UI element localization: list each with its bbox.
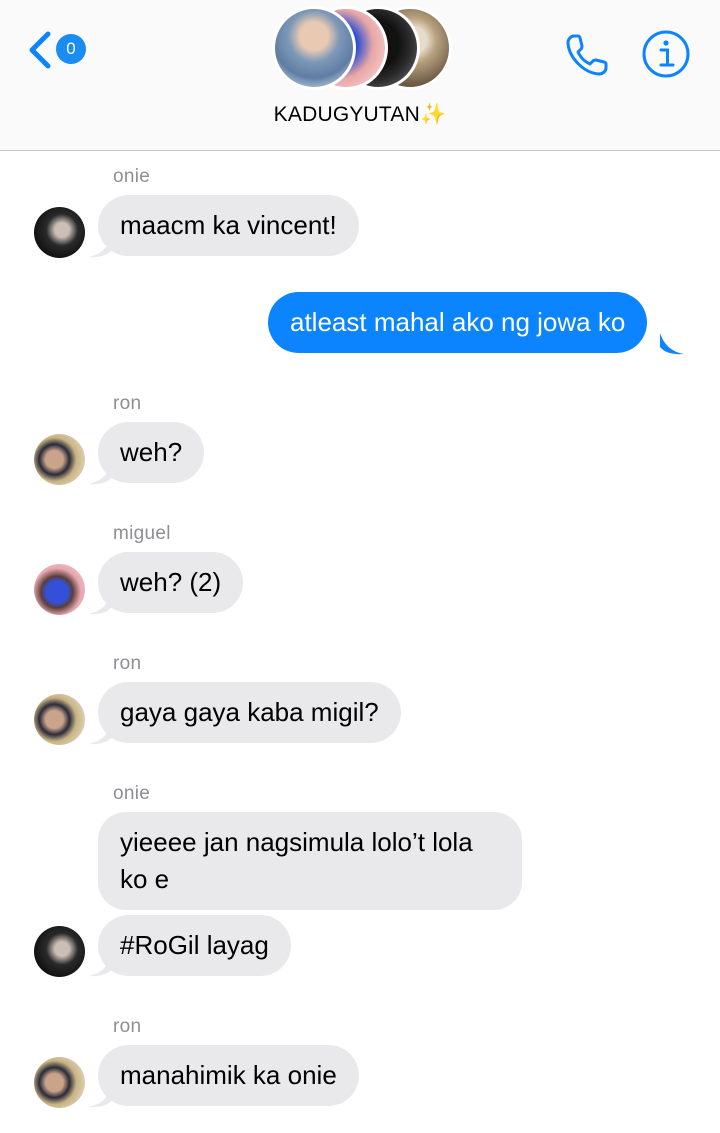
sender-avatar[interactable] bbox=[34, 694, 85, 745]
message-bubble[interactable]: gaya gaya kaba migil? bbox=[98, 682, 401, 743]
sender-avatar[interactable] bbox=[34, 207, 85, 258]
sender-name: onie bbox=[113, 783, 151, 804]
call-button[interactable] bbox=[562, 30, 612, 80]
sender-avatar[interactable] bbox=[34, 926, 85, 977]
group-title[interactable]: KADUGYUTAN✨ bbox=[0, 103, 720, 127]
chat-screen: 0 KADUGYUTAN✨ onie maacm ka vincent! atl… bbox=[0, 0, 720, 1133]
message-bubble[interactable]: #RoGil layag bbox=[98, 915, 291, 976]
sender-avatar[interactable] bbox=[34, 1057, 85, 1108]
message-bubble[interactable]: weh? (2) bbox=[98, 552, 244, 613]
info-icon bbox=[642, 30, 690, 78]
message-bubble[interactable]: yieeee jan nagsimula lolo’t lola ko e bbox=[98, 812, 522, 910]
phone-icon bbox=[566, 34, 608, 76]
message-bubble-outgoing[interactable]: atleast mahal ako ng jowa ko bbox=[268, 292, 648, 353]
sender-name: ron bbox=[113, 393, 142, 414]
message-bubble[interactable]: maacm ka vincent! bbox=[98, 195, 359, 256]
member-avatar bbox=[272, 6, 356, 90]
back-button[interactable]: 0 bbox=[26, 28, 92, 72]
sender-name: miguel bbox=[113, 523, 171, 544]
unread-count-badge: 0 bbox=[56, 34, 86, 64]
message-bubble[interactable]: weh? bbox=[98, 422, 205, 483]
message-bubble[interactable]: manahimik ka onie bbox=[98, 1045, 359, 1106]
sender-avatar[interactable] bbox=[34, 434, 85, 485]
sender-name: ron bbox=[113, 1016, 142, 1037]
bubble-tail bbox=[660, 333, 684, 355]
sender-avatar[interactable] bbox=[34, 564, 85, 615]
chevron-left-icon bbox=[29, 31, 51, 69]
info-button[interactable] bbox=[640, 28, 692, 80]
sender-name: onie bbox=[113, 166, 151, 187]
group-avatar-stack[interactable] bbox=[270, 6, 460, 94]
sender-name: ron bbox=[113, 653, 142, 674]
conversation-header: 0 KADUGYUTAN✨ bbox=[0, 0, 720, 151]
